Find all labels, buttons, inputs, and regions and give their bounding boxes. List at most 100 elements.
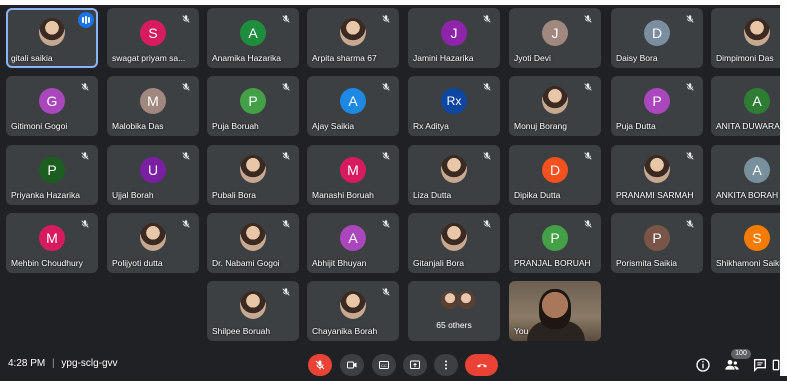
present-button[interactable]	[403, 354, 427, 376]
mic-off-icon	[483, 83, 491, 91]
mic-off-icon	[382, 83, 390, 91]
chat-icon[interactable]	[752, 357, 768, 373]
participant-tile[interactable]: Arpita sharma 67	[307, 8, 399, 68]
participant-tile[interactable]: P Puja Dutta	[611, 76, 703, 136]
participant-tile[interactable]: Shilpee Boruah	[207, 281, 299, 341]
participant-avatar: Rx	[441, 88, 467, 114]
mic-off-icon	[282, 83, 290, 91]
participant-tile[interactable]: A ANKITA BORAH	[711, 145, 787, 205]
mic-off-icon	[382, 152, 390, 160]
meeting-time: 4:28 PM	[8, 358, 46, 369]
participant-tile[interactable]: M Manashi Boruah	[307, 145, 399, 205]
participant-avatar: P	[644, 88, 670, 114]
participant-photo	[644, 155, 670, 183]
participant-tile[interactable]: 65 others	[408, 281, 500, 341]
participant-name: You	[514, 326, 529, 336]
participant-name: Daisy Bora	[616, 53, 658, 63]
participant-avatar: S	[140, 20, 166, 46]
participant-name: ANITA DUWARAH	[716, 121, 786, 131]
participant-avatar: A	[340, 225, 366, 251]
mic-off-icon	[182, 83, 190, 91]
others-avatars	[438, 290, 478, 310]
participant-tile[interactable]: A Abhijit Bhuyan	[307, 213, 399, 273]
participant-name: Puja Dutta	[616, 121, 656, 131]
participant-tile[interactable]: D Dipika Dutta	[509, 145, 601, 205]
participant-tile[interactable]: Liza Dutta	[408, 145, 500, 205]
participant-name: Malobika Das	[112, 121, 164, 131]
participant-tile[interactable]: Dr. Nabami Gogoi	[207, 213, 299, 273]
mic-off-icon	[686, 83, 694, 91]
participant-tile[interactable]: Gitanjali Bora	[408, 213, 500, 273]
participant-tile[interactable]: M Malobika Das	[107, 76, 199, 136]
mic-off-icon	[182, 220, 190, 228]
participant-tile[interactable]: G Gitimoni Gogoi	[6, 76, 98, 136]
participant-tile[interactable]: P Porismita Saikia	[611, 213, 703, 273]
participant-name: Puja Boruah	[212, 121, 259, 131]
participant-tile[interactable]: A Ajay Saikia	[307, 76, 399, 136]
participant-tile[interactable]: Monuj Borang	[509, 76, 601, 136]
mic-off-icon	[686, 152, 694, 160]
participant-tile[interactable]: J Jyoti Devi	[509, 8, 601, 68]
participant-tile[interactable]: Polijyoti dutta	[107, 213, 199, 273]
participant-tile[interactable]: PRANAMI SARMAH	[611, 145, 703, 205]
mic-off-button[interactable]	[308, 354, 332, 376]
participant-name: swagat priyam sa...	[112, 53, 186, 63]
participant-name: Polijyoti dutta	[112, 258, 163, 268]
participant-avatar: P	[240, 88, 266, 114]
participant-tile[interactable]: You	[509, 281, 601, 341]
participant-tile[interactable]: J Jamini Hazarika	[408, 8, 500, 68]
participant-tile[interactable]: Dimpimoni Das	[711, 8, 787, 68]
participant-photo	[340, 291, 366, 319]
participant-photo	[744, 18, 770, 46]
info-icon[interactable]	[695, 357, 711, 373]
participant-avatar: J	[441, 20, 467, 46]
participant-tile[interactable]: gitali saikia	[6, 8, 98, 68]
participant-name: Pubali Bora	[212, 190, 256, 200]
meeting-info: 4:28 PM | ypg-sclg-gvv	[8, 358, 118, 369]
mic-off-icon	[282, 288, 290, 296]
camera-icon	[347, 361, 357, 369]
participant-name: Gitimoni Gogoi	[11, 121, 68, 131]
captions-icon: CC	[379, 361, 389, 369]
people-icon[interactable]	[724, 357, 740, 373]
speaking-indicator-icon	[78, 12, 94, 28]
camera-button[interactable]	[340, 354, 364, 376]
captions-button[interactable]: CC	[372, 354, 396, 376]
mic-off-icon	[584, 220, 592, 228]
participant-tile[interactable]: Pubali Bora	[207, 145, 299, 205]
participant-photo	[441, 155, 467, 183]
participant-name: Jamini Hazarika	[413, 53, 474, 63]
participant-tile[interactable]: A Anamika Hazarika	[207, 8, 299, 68]
participant-tile[interactable]: Sswagat priyam sa...	[107, 8, 199, 68]
participant-tile[interactable]: A ANITA DUWARAH	[711, 76, 787, 136]
participant-tile[interactable]: S Shikhamoni Saikia	[711, 213, 787, 273]
participant-tile[interactable]: Rx Rx Aditya	[408, 76, 500, 136]
participant-name: Dipika Dutta	[514, 190, 561, 200]
participant-name: Liza Dutta	[413, 190, 452, 200]
participant-photo	[240, 291, 266, 319]
more-options-button[interactable]	[434, 354, 458, 376]
participant-name: Porismita Saikia	[616, 258, 677, 268]
participant-tile[interactable]: P Priyanka Hazarika	[6, 145, 98, 205]
mic-off-icon	[382, 15, 390, 23]
participant-tile[interactable]: P PRANJAL BORUAH	[509, 213, 601, 273]
participant-name: Priyanka Hazarika	[11, 190, 80, 200]
participant-name: Ujjal Borah	[112, 190, 154, 200]
participant-tile[interactable]: Chayanika Borah	[307, 281, 399, 341]
participant-avatar: P	[644, 225, 670, 251]
participant-name: Ajay Saikia	[312, 121, 355, 131]
participant-tile[interactable]: P Puja Boruah	[207, 76, 299, 136]
end-call-button[interactable]	[465, 354, 498, 376]
participant-tile[interactable]: U Ujjal Borah	[107, 145, 199, 205]
participant-tile[interactable]: D Daisy Bora	[611, 8, 703, 68]
bottom-bar: 4:28 PM | ypg-sclg-gvv CC	[0, 349, 787, 381]
mic-off-icon	[483, 15, 491, 23]
mic-off-icon	[382, 220, 390, 228]
participant-tile[interactable]: M Mehbin Choudhury	[6, 213, 98, 273]
participant-name: Mehbin Choudhury	[11, 258, 83, 268]
participant-avatar: G	[39, 88, 65, 114]
participant-photo	[240, 223, 266, 251]
participant-avatar: A	[240, 20, 266, 46]
mic-off-icon	[282, 152, 290, 160]
svg-text:CC: CC	[381, 363, 387, 368]
